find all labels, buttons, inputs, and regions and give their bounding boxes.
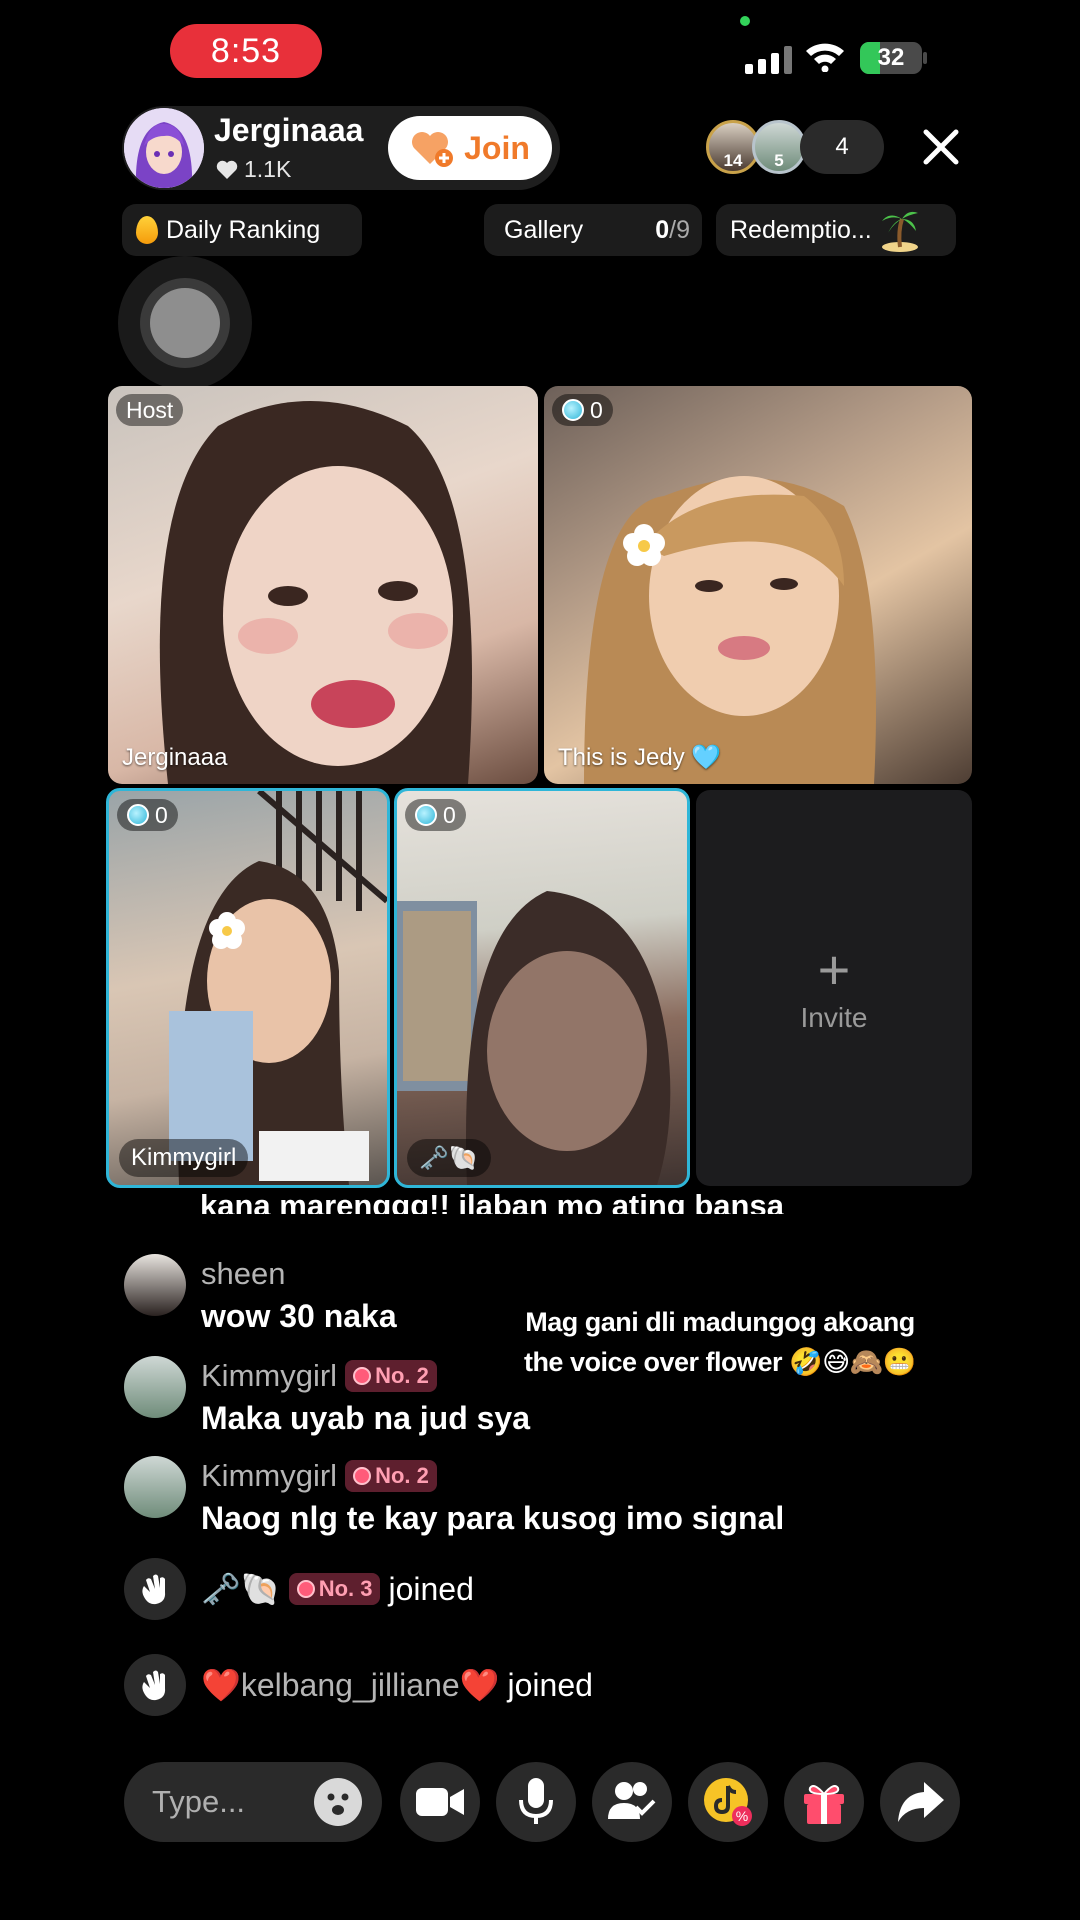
invite-guest-tile[interactable]: + Invite: [696, 790, 972, 1186]
gallery-count: 0/9: [655, 215, 690, 244]
guests-button[interactable]: [592, 1762, 672, 1842]
gallery-label: Gallery: [504, 215, 584, 244]
camera-button[interactable]: [400, 1762, 480, 1842]
comment-placeholder: Type...: [152, 1784, 246, 1819]
host-video-feed: [159, 401, 472, 784]
medal-icon: [353, 1367, 372, 1385]
chat-text: Naog nlg te kay para kusog imo signal: [201, 1500, 785, 1536]
rank-badge: No. 2: [345, 1460, 437, 1492]
palm-island-icon: [881, 211, 918, 252]
wave-hand-icon: [124, 1558, 186, 1620]
gift-icon: [804, 1785, 844, 1824]
microphone-icon: [519, 1778, 553, 1824]
join-username[interactable]: 🗝️🐚: [201, 1570, 281, 1608]
redemption-button[interactable]: Redemptio...: [716, 204, 956, 256]
share-button[interactable]: 5: [880, 1762, 960, 1842]
join-action: joined: [507, 1666, 593, 1703]
join-notification: ❤️kelbang_jilliane❤️ joined: [124, 1654, 593, 1716]
chat-username: Kimmygirl: [201, 1458, 338, 1493]
status-bar: 8:53 32: [0, 0, 1080, 100]
microphone-button[interactable]: [496, 1762, 576, 1842]
guest-video-tile-4[interactable]: 0 🗝️🐚: [394, 788, 690, 1188]
floating-assistive-button[interactable]: [118, 256, 252, 390]
comment-input[interactable]: Type...: [124, 1762, 382, 1842]
chat-message-partial: kana marenggg!! ilaban mo ating bansa: [200, 1188, 784, 1214]
guest-video-tile-kimmygirl[interactable]: 0 Kimmygirl: [106, 788, 390, 1188]
viewer-count[interactable]: 4: [800, 120, 884, 174]
gem-icon: [127, 804, 149, 826]
viewer-rank-badge: 14: [723, 151, 743, 170]
guest-video-tile-jedy[interactable]: 0 This is Jedy 🩵: [544, 386, 972, 784]
guest-video-feed: [169, 791, 387, 1185]
wifi-icon: [806, 43, 844, 72]
medal-icon: [353, 1467, 372, 1485]
join-action: joined: [388, 1570, 474, 1607]
join-username[interactable]: ❤️kelbang_jilliane❤️: [201, 1666, 500, 1704]
host-avatar[interactable]: [124, 108, 204, 188]
caption-line: Mag gani dli madungog akoang: [525, 1307, 915, 1337]
gallery-button[interactable]: Gallery 0/9: [484, 204, 702, 256]
close-icon[interactable]: [918, 124, 964, 170]
guest-video-feed: [397, 891, 671, 1185]
host-name[interactable]: Jerginaaa: [214, 112, 363, 149]
guest-points-badge: 0: [552, 394, 613, 426]
video-caption-overlay: Mag gani dli madungog akoang the voice o…: [510, 1302, 930, 1382]
user-avatar[interactable]: [124, 1456, 186, 1518]
invite-label: Invite: [800, 1002, 868, 1033]
top-viewer-avatar[interactable]: 5: [752, 120, 806, 174]
battery-percent: 32: [877, 44, 905, 71]
caption-line: the voice over flower 🤣😅🙈😬: [523, 1347, 917, 1377]
join-notification: 🗝️🐚 No. 3 joined: [124, 1558, 474, 1620]
heart-icon: [216, 160, 238, 179]
chat-username[interactable]: sheen: [201, 1256, 285, 1292]
cellular-signal-icon: [745, 44, 792, 74]
guest-points-badge: 0: [117, 799, 178, 831]
guest-tile-name: This is Jedy 🩵: [558, 744, 722, 771]
chat-username-row[interactable]: Kimmygirl No. 2: [201, 1458, 437, 1494]
emoji-icon[interactable]: [314, 1778, 362, 1826]
tiktok-coin-icon: %: [704, 1778, 752, 1826]
gem-icon: [562, 399, 584, 421]
guest-points-badge: 0: [405, 799, 466, 831]
gift-button[interactable]: [784, 1762, 864, 1842]
heart-plus-icon: [412, 132, 454, 167]
join-fan-club-button[interactable]: Join: [388, 116, 552, 180]
host-likes: 1.1K: [216, 156, 291, 183]
medal-icon: [296, 1580, 315, 1598]
chat-username-row[interactable]: Kimmygirl No. 2: [201, 1358, 437, 1394]
camera-indicator-dot: [740, 16, 750, 26]
tiktok-promo-button[interactable]: %: [688, 1762, 768, 1842]
battery-cap: [923, 52, 927, 64]
guest-tile-name: 🗝️🐚: [407, 1139, 491, 1177]
user-avatar[interactable]: [124, 1356, 186, 1418]
rank-badge: No. 3: [288, 1573, 381, 1605]
redemption-label: Redemptio...: [730, 215, 872, 244]
people-check-icon: [608, 1782, 656, 1819]
guest-tile-name: Kimmygirl: [119, 1139, 249, 1177]
host-likes-count: 1.1K: [244, 156, 292, 182]
chat-text: wow 30 naka: [201, 1298, 397, 1334]
host-video-tile[interactable]: Host Jerginaaa: [108, 386, 538, 784]
video-camera-icon: [416, 1788, 464, 1816]
clock-time: 8:53: [170, 24, 322, 78]
viewer-rank-badge: 5: [774, 151, 784, 170]
host-badge: Host: [116, 394, 184, 426]
share-count: 5: [936, 1813, 948, 1835]
battery-icon: 32: [860, 42, 922, 74]
join-label: Join: [464, 129, 530, 166]
daily-ranking-label: Daily Ranking: [166, 215, 321, 244]
guest-video-feed: [584, 476, 876, 784]
rank-badge: No. 2: [345, 1360, 437, 1392]
plus-icon: +: [817, 938, 851, 1001]
host-tile-name: Jerginaaa: [122, 744, 228, 771]
fire-icon: [136, 216, 158, 244]
chat-username: Kimmygirl: [201, 1358, 338, 1393]
daily-ranking-button[interactable]: Daily Ranking: [122, 204, 362, 256]
chat-text: Maka uyab na jud sya: [201, 1400, 531, 1436]
wave-hand-icon: [124, 1654, 186, 1716]
user-avatar[interactable]: [124, 1254, 186, 1316]
svg-text:%: %: [736, 1808, 748, 1824]
gem-icon: [415, 804, 437, 826]
